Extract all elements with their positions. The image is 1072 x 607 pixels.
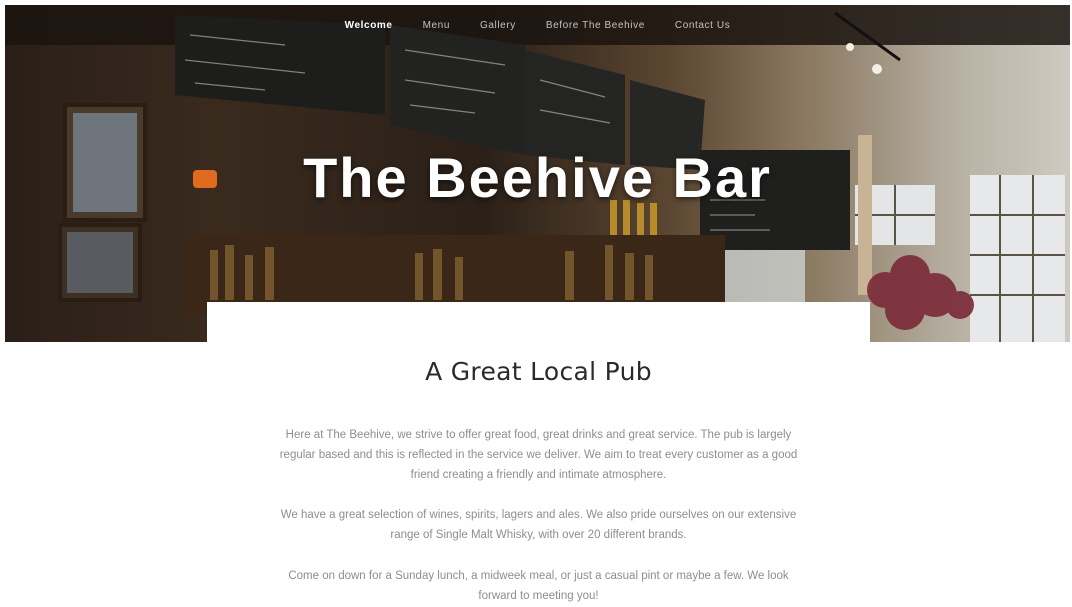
hero-title: The Beehive Bar xyxy=(303,146,772,209)
nav-item-before-the-beehive[interactable]: Before The Beehive xyxy=(531,20,660,31)
nav-item-gallery[interactable]: Gallery xyxy=(465,20,531,31)
nav-item-welcome[interactable]: Welcome xyxy=(330,20,408,31)
invitation-paragraph: Come on down for a Sunday lunch, a midwe… xyxy=(288,570,789,602)
section-heading: A Great Local Pub xyxy=(425,357,652,386)
main-nav: Welcome Menu Gallery Before The Beehive … xyxy=(5,5,1070,45)
nav-item-contact-us[interactable]: Contact Us xyxy=(660,20,745,31)
hero-banner: Welcome Menu Gallery Before The Beehive … xyxy=(5,5,1070,342)
selection-paragraph: We have a great selection of wines, spir… xyxy=(280,509,797,541)
content-card: A Great Local Pub Here at The Beehive, w… xyxy=(207,302,870,607)
intro-paragraph: Here at The Beehive, we strive to offer … xyxy=(279,429,798,481)
page: Welcome Menu Gallery Before The Beehive … xyxy=(0,0,1072,607)
nav-item-menu[interactable]: Menu xyxy=(408,20,465,31)
